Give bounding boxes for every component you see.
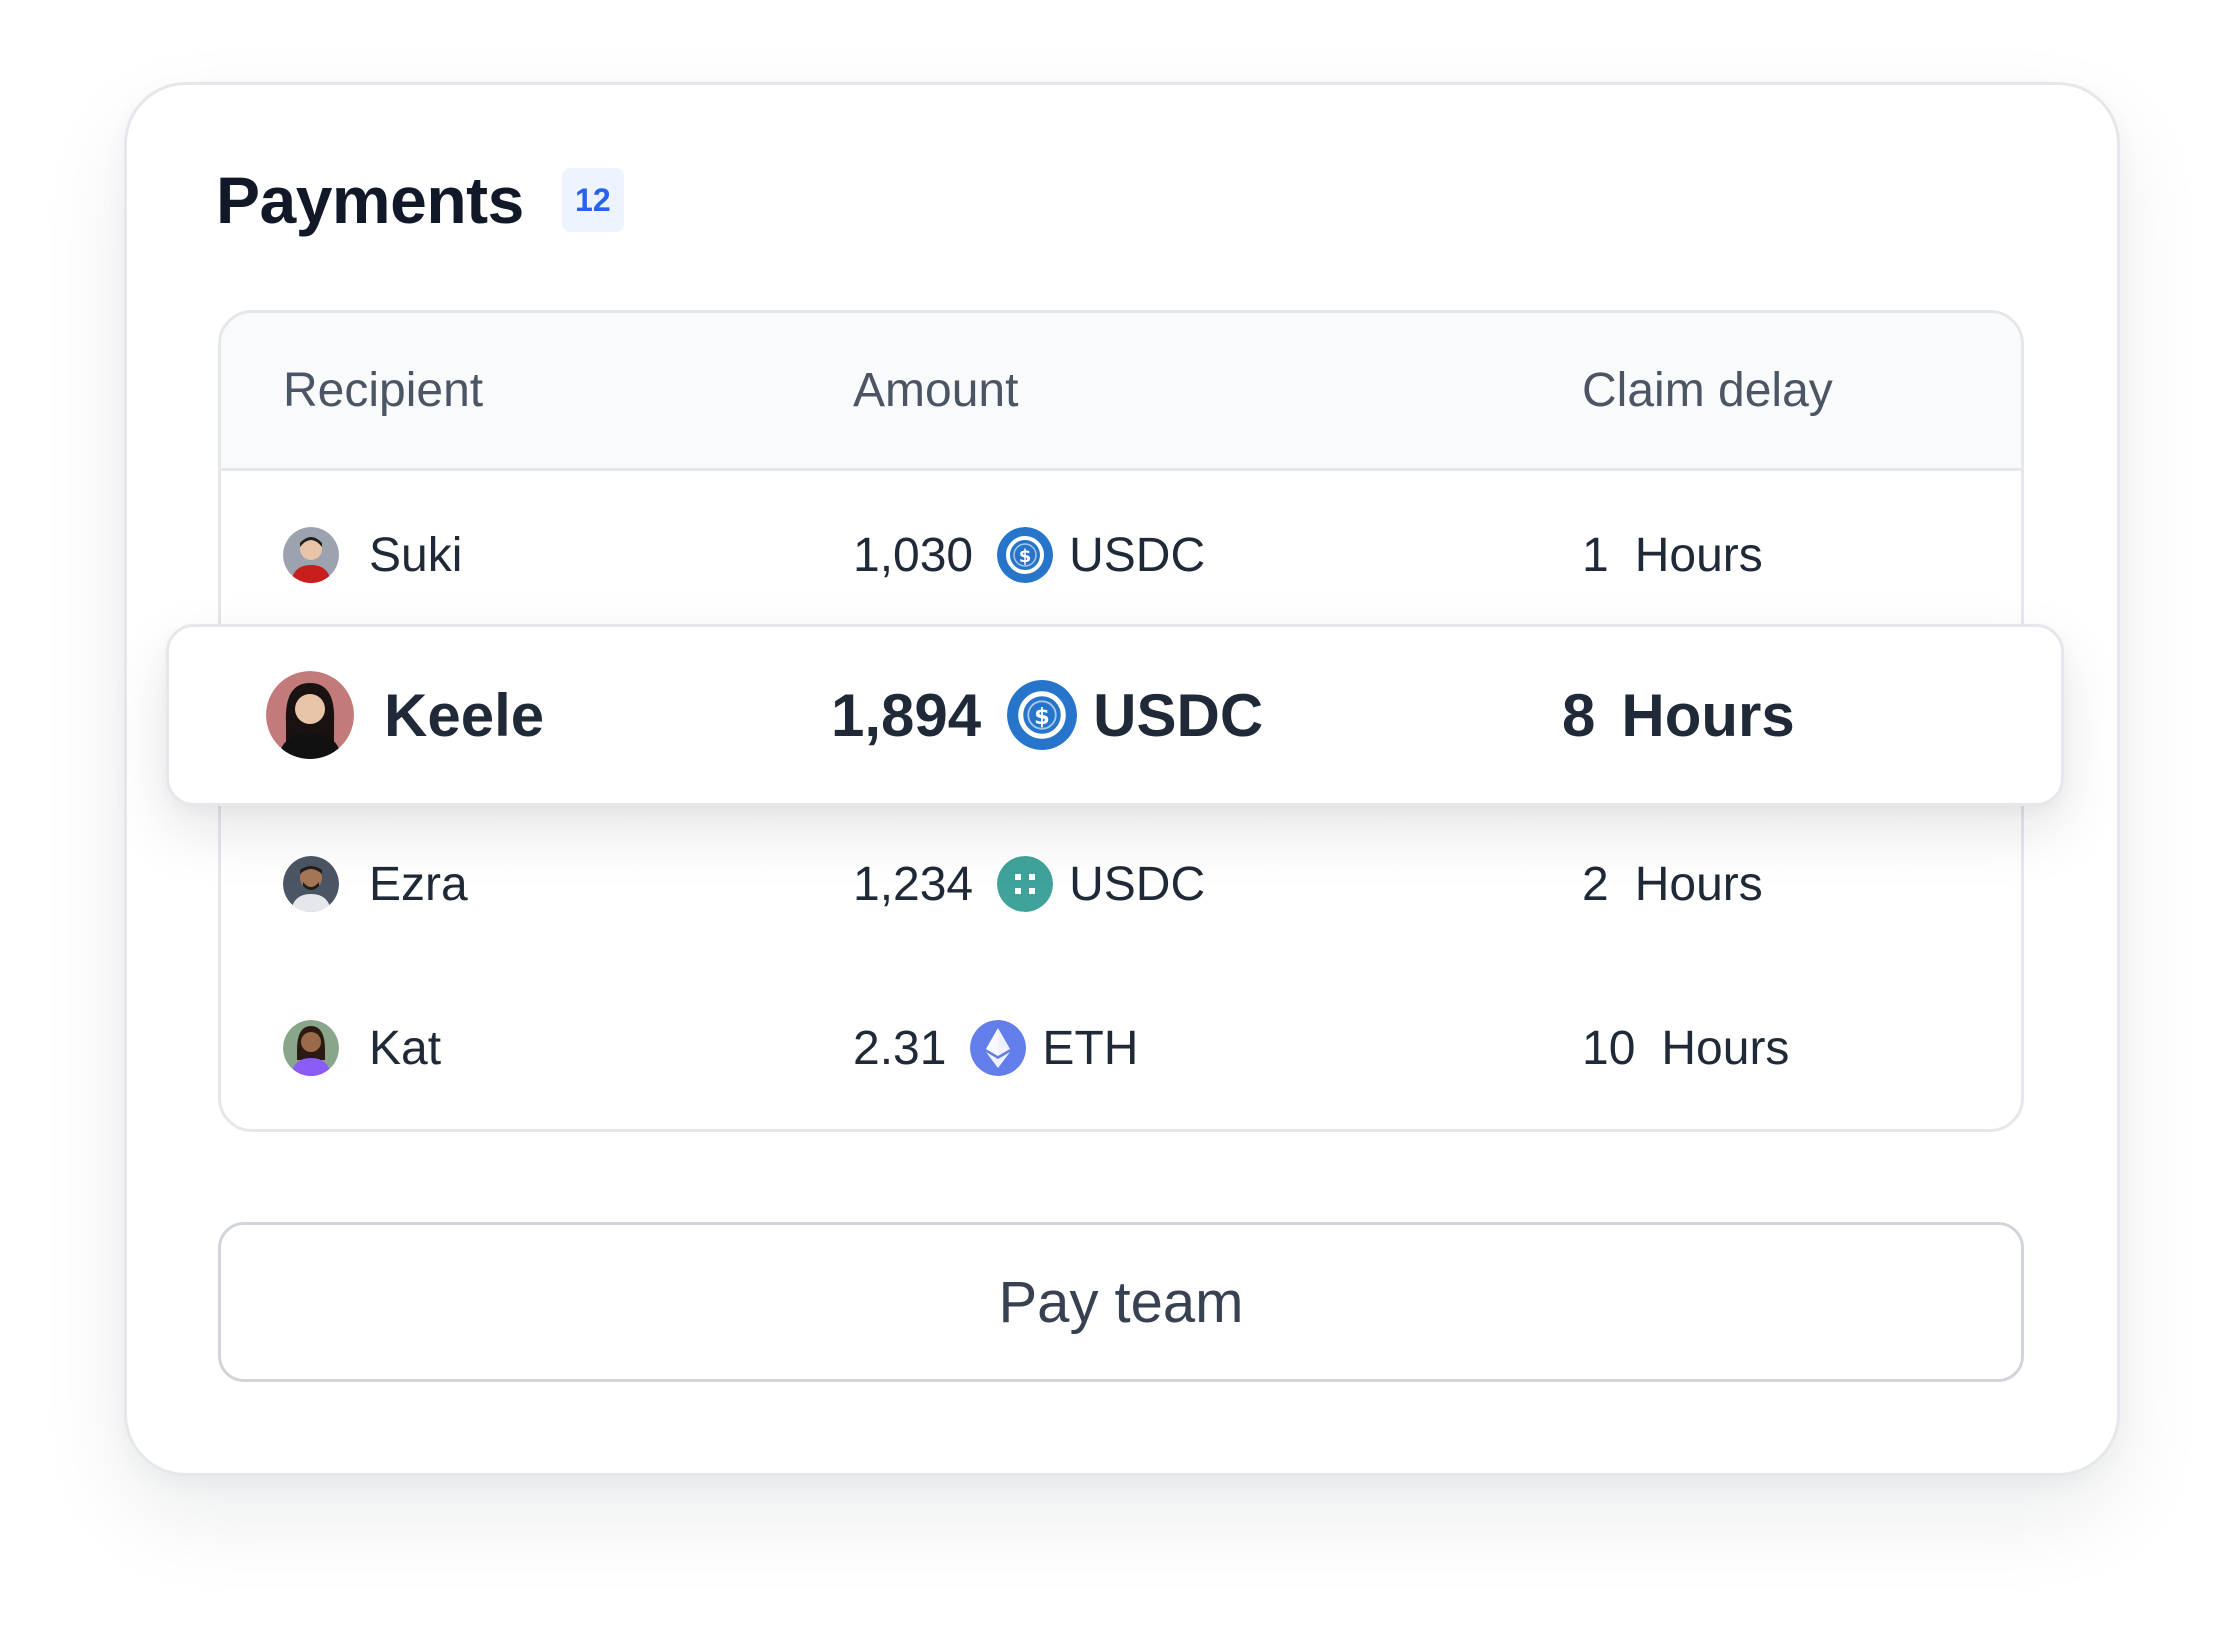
recipient-cell: Keele <box>266 627 544 803</box>
amount-value: 1,894 <box>831 681 982 749</box>
column-header-amount: Amount <box>853 364 1019 417</box>
column-header-recipient: Recipient <box>283 364 484 417</box>
usdc-teal-icon <box>997 856 1054 912</box>
pay-team-button[interactable]: Pay team <box>218 1222 2024 1382</box>
recipient-name: Suki <box>369 528 463 582</box>
token-symbol: USDC <box>1093 681 1264 749</box>
avatar <box>283 1020 339 1076</box>
amount-cell: 1,030 $ USDC <box>853 473 1205 637</box>
amount-value: 2.31 <box>853 1021 947 1075</box>
table-row[interactable]: Kat 2.31 ETH 10 Hours <box>221 966 2021 1129</box>
claim-delay-cell: 2 Hours <box>1582 802 1763 966</box>
recipient-name: Ezra <box>369 857 468 911</box>
recipient-name: Keele <box>384 681 545 749</box>
usdc-icon: $ <box>1007 680 1078 750</box>
recipient-cell: Kat <box>283 966 442 1129</box>
claim-delay-cell: 10 Hours <box>1582 966 1790 1129</box>
table-row-highlighted[interactable]: Keele 1,894 $ USDC 8 Hours <box>166 624 2064 806</box>
svg-text:$: $ <box>1034 704 1050 730</box>
eth-icon <box>970 1020 1027 1076</box>
amount-cell: 1,234 USDC <box>853 802 1205 966</box>
page-title: Payments <box>216 163 524 237</box>
recipient-name: Kat <box>369 1021 442 1075</box>
amount-cell: 1,894 $ USDC <box>831 627 1263 803</box>
amount-value: 1,234 <box>853 857 974 911</box>
delay-value: 10 <box>1582 1021 1636 1075</box>
count-badge: 12 <box>561 168 624 232</box>
recipient-cell: Ezra <box>283 802 468 966</box>
avatar <box>283 856 339 912</box>
delay-unit: Hours <box>1661 1021 1790 1075</box>
recipient-cell: Suki <box>283 473 462 637</box>
svg-text:$: $ <box>1019 546 1032 567</box>
usdc-icon: $ <box>997 527 1054 583</box>
table-row[interactable]: Ezra 1,234 USDC 2 Hours <box>221 802 2021 966</box>
table-row[interactable]: Suki 1,030 $ USDC 1 Hours <box>221 473 2021 637</box>
table-header: Recipient Amount Claim delay <box>221 313 2021 471</box>
token-symbol: ETH <box>1042 1021 1139 1075</box>
delay-unit: Hours <box>1634 857 1763 911</box>
token-symbol: USDC <box>1069 857 1206 911</box>
delay-value: 2 <box>1582 857 1609 911</box>
avatar <box>266 671 354 759</box>
card-header: Payments 12 <box>216 160 624 240</box>
delay-value: 1 <box>1582 528 1609 582</box>
delay-unit: Hours <box>1621 681 1795 749</box>
column-header-claim-delay: Claim delay <box>1582 364 1833 417</box>
amount-cell: 2.31 ETH <box>853 966 1139 1129</box>
token-symbol: USDC <box>1069 528 1206 582</box>
amount-value: 1,030 <box>853 528 974 582</box>
delay-value: 8 <box>1562 681 1596 749</box>
delay-unit: Hours <box>1634 528 1763 582</box>
avatar <box>283 527 339 583</box>
claim-delay-cell: 1 Hours <box>1582 473 1763 637</box>
claim-delay-cell: 8 Hours <box>1562 627 1795 803</box>
